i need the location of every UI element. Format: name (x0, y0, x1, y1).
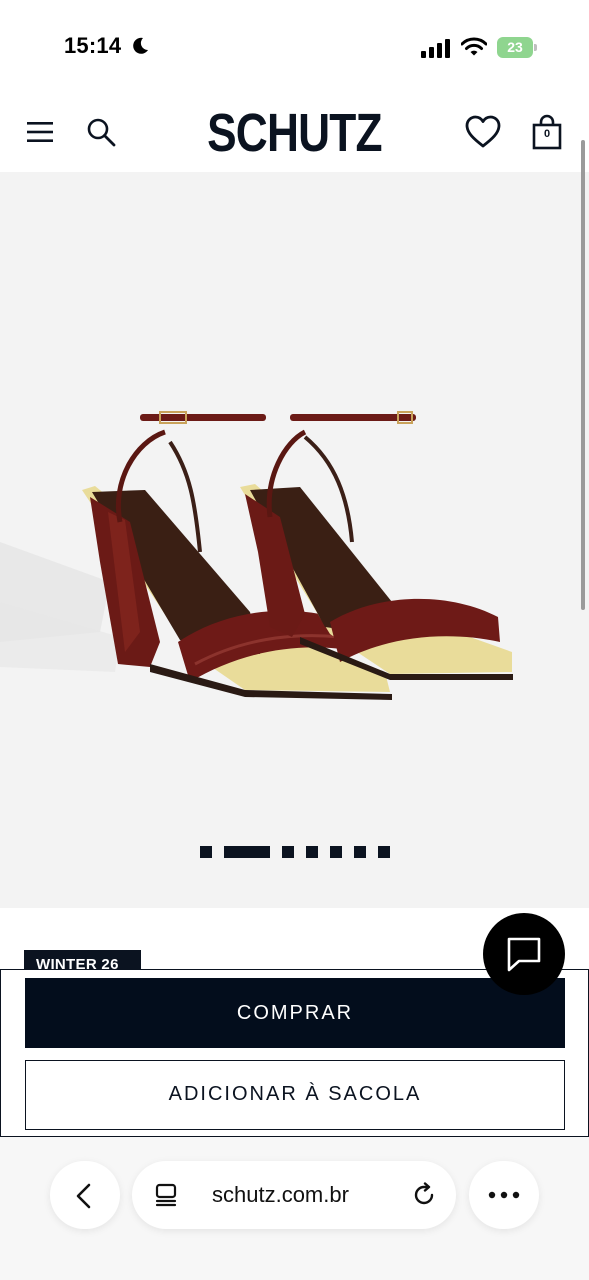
product-image[interactable] (0, 172, 589, 908)
signal-icon (421, 39, 450, 58)
sandals-illustration (0, 411, 513, 700)
more-icon (488, 1191, 520, 1199)
carousel-indicator (200, 846, 390, 858)
purchase-actions: COMPRAR ADICIONAR À SACOLA (0, 969, 589, 1137)
url-text[interactable]: schutz.com.br (212, 1182, 349, 1208)
carousel-dot[interactable] (306, 846, 318, 858)
chat-icon (507, 937, 541, 972)
carousel-dot[interactable] (200, 846, 212, 858)
hamburger-menu-icon[interactable] (26, 120, 54, 144)
page-scrollbar[interactable] (581, 140, 585, 610)
bag-count: 0 (543, 128, 551, 140)
browser-more-button[interactable] (469, 1161, 539, 1229)
address-bar[interactable]: schutz.com.br (132, 1161, 456, 1229)
status-bar: 15:14 23 (0, 0, 589, 90)
carousel-dot[interactable] (354, 846, 366, 858)
chat-button[interactable] (483, 913, 565, 995)
back-icon (76, 1183, 91, 1209)
moon-icon (133, 37, 148, 54)
heart-icon[interactable] (465, 115, 501, 149)
battery-level: 23 (507, 39, 523, 55)
carousel-dot[interactable] (282, 846, 294, 858)
carousel-dot-active[interactable] (224, 846, 270, 858)
carousel-dot[interactable] (330, 846, 342, 858)
battery-icon: 23 (497, 37, 537, 58)
buy-button[interactable]: COMPRAR (25, 978, 565, 1048)
wifi-icon (461, 37, 487, 56)
brand-logo[interactable]: SCHUTZ (53, 102, 536, 164)
browser-back-button[interactable] (50, 1161, 120, 1229)
site-header: SCHUTZ 0 (0, 90, 589, 172)
add-to-bag-button[interactable]: ADICIONAR À SACOLA (25, 1060, 565, 1130)
status-time: 15:14 (64, 33, 122, 58)
browser-toolbar: schutz.com.br (0, 1137, 589, 1280)
tabs-icon[interactable] (154, 1183, 178, 1207)
reload-icon[interactable] (411, 1182, 437, 1208)
carousel-dot[interactable] (378, 846, 390, 858)
bag-button[interactable]: 0 (531, 114, 563, 150)
